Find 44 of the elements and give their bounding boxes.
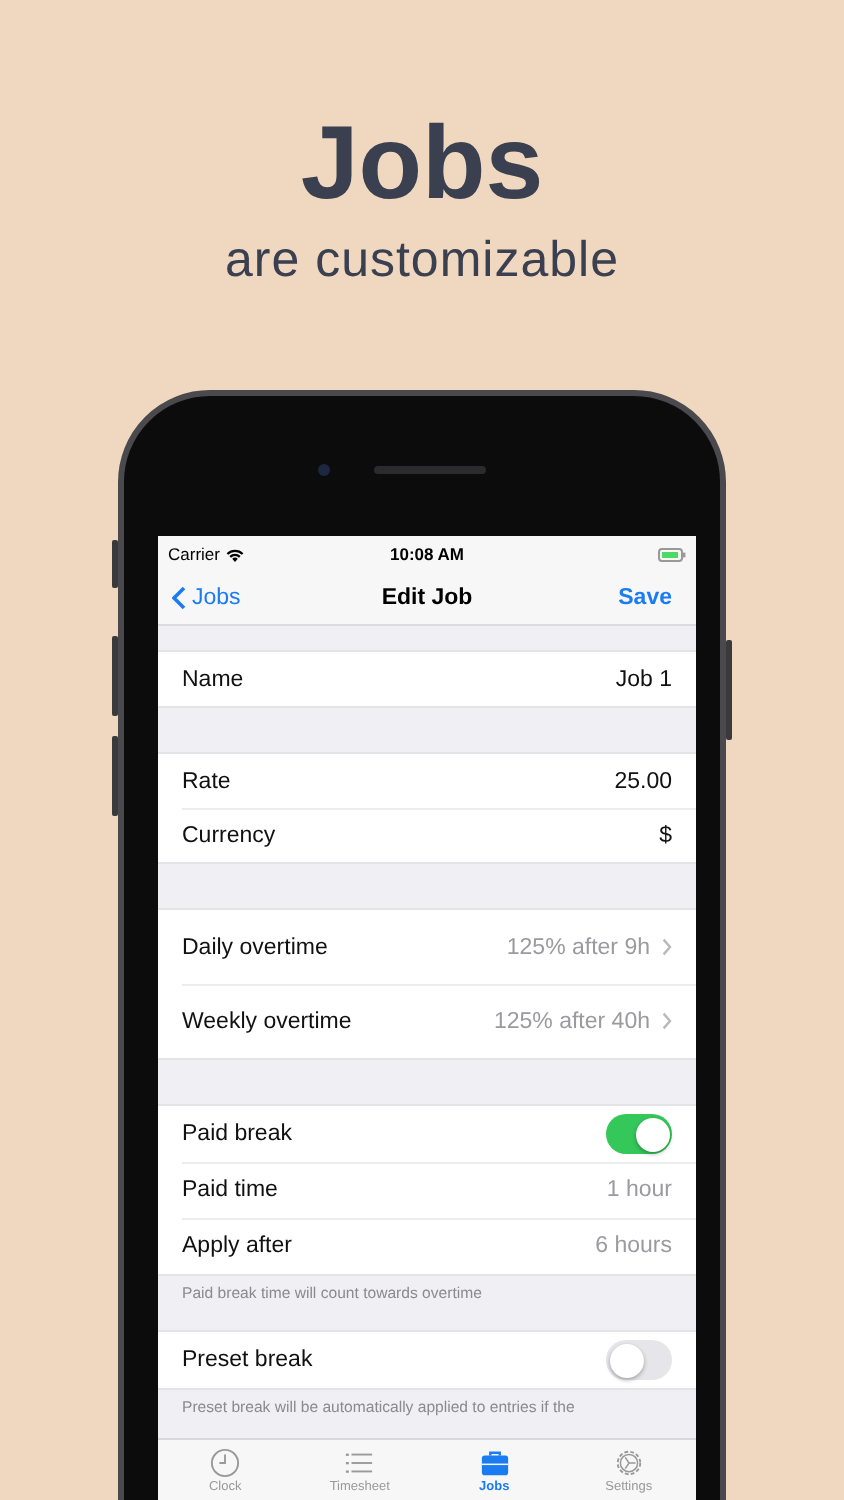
settings-row[interactable]: Apply after 6 hours <box>158 1218 696 1274</box>
briefcase-icon <box>479 1447 510 1477</box>
save-button[interactable]: Save <box>618 586 672 610</box>
settings-row[interactable]: Daily overtime 125% after 9h <box>158 910 696 984</box>
subheadline: are customizable <box>225 230 619 292</box>
chevron-left-icon <box>172 586 186 610</box>
battery-icon <box>658 547 686 561</box>
settings-row[interactable]: Paid time 1 hour <box>158 1162 696 1218</box>
clock-icon <box>210 1447 241 1477</box>
row-value: 1 hour <box>606 1178 672 1202</box>
headline: Jobs <box>300 104 544 224</box>
nav-title: Edit Job <box>381 586 473 610</box>
settings-row[interactable]: Paid break <box>158 1106 696 1162</box>
row-value: 125% after 40h <box>493 1009 650 1033</box>
camera-icon <box>318 464 330 476</box>
wifi-icon <box>225 547 244 561</box>
status-time: 10:08 AM <box>389 544 464 564</box>
settings-row[interactable]: Rate 25.00 <box>158 754 696 808</box>
chevron-right-icon <box>662 1012 672 1030</box>
row-value: 6 hours <box>595 1234 672 1258</box>
row-label: Daily overtime <box>182 935 330 959</box>
row-label: Apply after <box>182 1234 294 1258</box>
toggle-switch[interactable] <box>606 1340 672 1380</box>
settings-row[interactable]: Currency $ <box>158 808 696 862</box>
speaker-icon <box>374 466 486 474</box>
gear-icon <box>613 1447 644 1477</box>
row-label: Name <box>182 667 246 691</box>
row-value: Job 1 <box>615 667 672 691</box>
carrier-label: Carrier <box>168 544 220 564</box>
row-value: $ <box>659 823 672 847</box>
settings-row[interactable]: Weekly overtime 125% after 40h <box>158 984 696 1058</box>
row-label: Currency <box>182 823 278 847</box>
row-label: Paid break <box>182 1122 294 1146</box>
back-button[interactable]: Jobs <box>172 586 241 610</box>
toggle-switch[interactable] <box>606 1114 672 1154</box>
row-value: 125% after 9h <box>506 935 650 959</box>
row-label: Preset break <box>182 1348 315 1372</box>
settings-row[interactable]: Name Job 1 <box>158 652 696 706</box>
chevron-right-icon <box>662 938 672 956</box>
row-label: Weekly overtime <box>182 1009 354 1033</box>
settings-row[interactable]: Preset break <box>158 1332 696 1388</box>
row-label: Rate <box>182 769 233 793</box>
row-value: 25.00 <box>614 769 672 793</box>
row-label: Paid time <box>182 1178 280 1202</box>
